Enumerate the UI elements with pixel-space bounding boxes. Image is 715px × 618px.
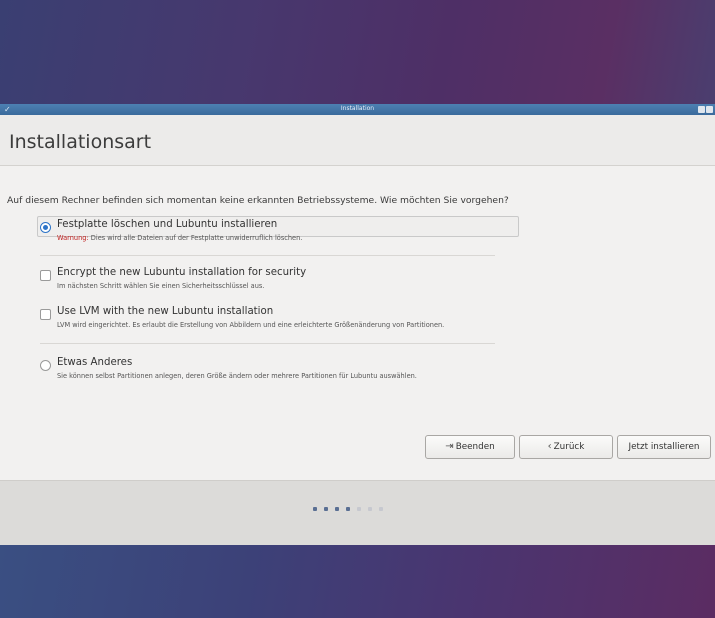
divider [40,343,495,344]
divider [40,255,495,256]
quit-button-label: Beenden [455,442,495,452]
option-label[interactable]: Encrypt the new Lubuntu installation for… [57,267,306,278]
progress-dot [324,507,328,511]
progress-footer [0,480,715,545]
installer-window: ✓ Installation Installationsart Auf dies… [0,104,715,545]
progress-dot [313,507,317,511]
desktop-background-bottom [0,543,715,618]
checkbox-encrypt[interactable] [40,270,51,281]
close-icon[interactable] [706,106,713,113]
option-label[interactable]: Etwas Anderes [57,357,132,368]
desktop-background-top [0,0,715,100]
page-header: Installationsart [0,115,715,166]
option-label[interactable]: Use LVM with the new Lubuntu installatio… [57,306,273,317]
option-label[interactable]: Festplatte löschen und Lubuntu installie… [57,219,277,230]
install-now-button[interactable]: Jetzt installieren [617,435,711,459]
warning-text: Dies wird alle Dateien auf der Festplatt… [90,234,303,242]
page-title: Installationsart [9,131,152,153]
option-description: Warnung: Dies wird alle Dateien auf der … [57,234,302,242]
window-titlebar[interactable]: ✓ Installation [0,104,715,115]
progress-dot [346,507,350,511]
warning-label: Warnung: [57,234,89,242]
back-button[interactable]: ‹ Zurück [519,435,613,459]
question-text: Auf diesem Rechner befinden sich momenta… [7,195,509,206]
checkbox-lvm[interactable] [40,309,51,320]
option-description: Im nächsten Schritt wählen Sie einen Sic… [57,282,265,290]
radio-erase-disk[interactable] [40,222,51,233]
chevron-left-icon: ‹ [547,441,552,452]
option-description: LVM wird eingerichtet. Es erlaubt die Er… [57,321,445,329]
progress-dot [379,507,383,511]
quit-button[interactable]: ⇥ Beenden [425,435,515,459]
install-button-label: Jetzt installieren [628,442,700,452]
progress-dot [368,507,372,511]
radio-something-else[interactable] [40,360,51,371]
option-description: Sie können selbst Partitionen anlegen, d… [57,372,417,380]
back-button-label: Zurück [553,442,585,452]
progress-dot [357,507,361,511]
window-title: Installation [340,105,375,112]
minimize-icon[interactable] [698,106,705,113]
exit-icon: ⇥ [445,441,454,452]
progress-dot [335,507,339,511]
